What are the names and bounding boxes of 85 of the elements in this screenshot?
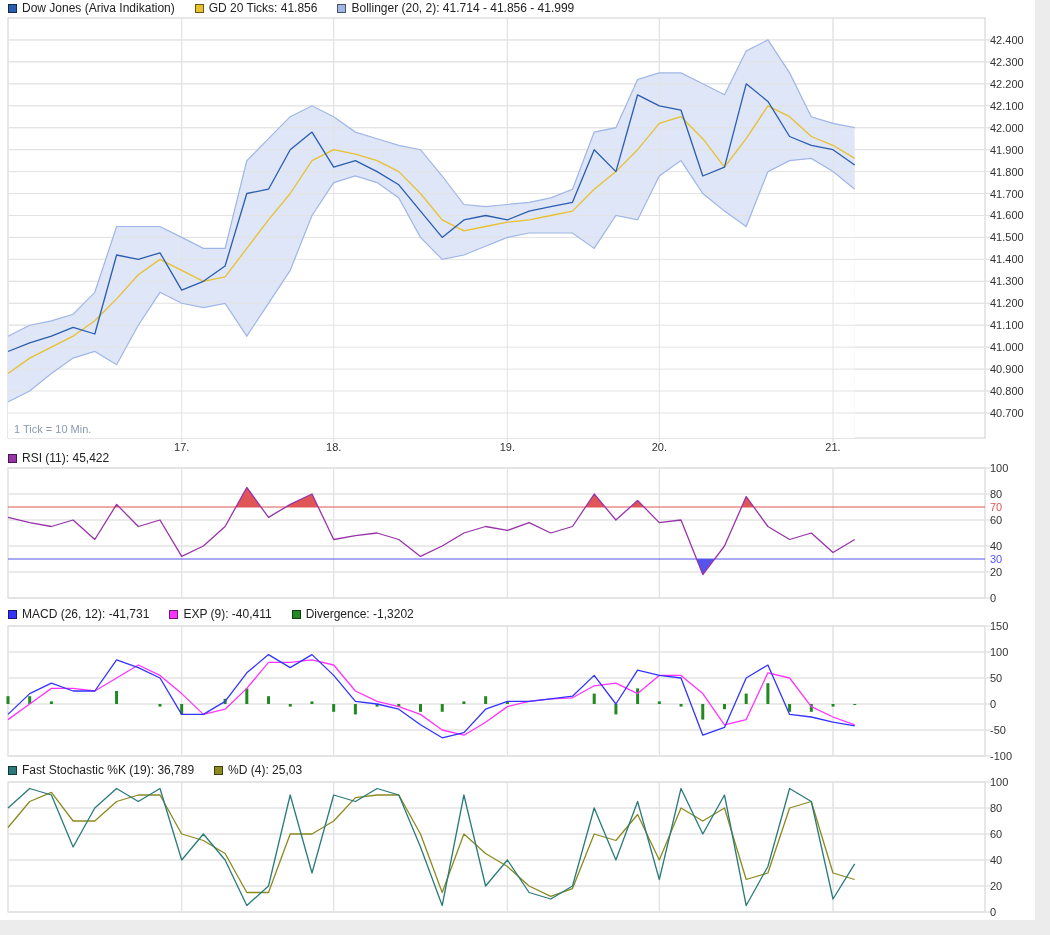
histogram-bar (223, 698, 227, 704)
histogram-bar (657, 701, 661, 704)
axis-tick-label: 40 (990, 540, 1003, 552)
histogram-bar (701, 704, 705, 720)
legend-label: EXP (9): -40,411 (183, 607, 272, 621)
axis-tick-label: 41.900 (990, 143, 1024, 156)
axis-tick-label: 42.000 (990, 121, 1024, 134)
axis-tick-label: 20 (990, 880, 1003, 892)
axis-tick-label: 40 (990, 854, 1003, 866)
legend-label: Divergence: -1,3202 (305, 607, 414, 621)
histogram-bar (462, 701, 466, 704)
axis-tick-label: 41.500 (990, 231, 1024, 244)
axis-tick-label: 18. (326, 441, 342, 453)
axis-tick-label: 100 (990, 462, 1009, 474)
axis-tick-label: 40.700 (990, 407, 1024, 419)
histogram-bar (245, 688, 249, 704)
legend-label: MACD (26, 12): -41,731 (22, 607, 150, 621)
axis-tick-label: 42.400 (990, 33, 1024, 46)
axis-tick-label: 17. (174, 441, 190, 453)
axis-tick-label: 41.100 (990, 319, 1024, 332)
axis-tick-label: 41.800 (990, 165, 1024, 178)
axis-tick-label: 41.000 (990, 341, 1024, 354)
histogram-bar (766, 683, 770, 704)
axis-tick-label: -100 (990, 750, 1013, 762)
histogram-bar (288, 704, 292, 707)
axis-tick-label: 60 (990, 514, 1003, 526)
axis-tick-label: 80 (990, 488, 1003, 500)
histogram-bar (419, 704, 422, 712)
histogram-bar (484, 696, 488, 704)
axis-tick-label: 40.800 (990, 385, 1024, 398)
legend-label: RSI (11): 45,422 (22, 451, 110, 465)
threshold-label: 70 (990, 501, 1003, 513)
legend-label: Fast Stochastic %K (19): 36,789 (22, 763, 195, 777)
histogram-bar (267, 696, 271, 704)
axis-tick-label: 42.300 (990, 55, 1024, 68)
histogram-bar (332, 704, 336, 712)
histogram-bar (440, 704, 444, 712)
histogram-bar (505, 701, 509, 704)
histogram-bar (592, 693, 596, 704)
axis-tick-label: 50 (990, 672, 1003, 684)
histogram-bar (310, 701, 314, 704)
legend-label: Dow Jones (Ariva Indikation) (22, 1, 175, 15)
histogram-bar (831, 704, 835, 707)
legend-label: GD 20 Ticks: 41.856 (208, 1, 318, 15)
axis-tick-label: 41.200 (990, 297, 1024, 310)
histogram-bar (375, 704, 379, 707)
histogram-bar (158, 704, 162, 707)
axis-tick-label: 40.900 (990, 363, 1024, 376)
axis-tick-label: 41.600 (990, 209, 1024, 222)
axis-tick-label: 60 (990, 828, 1003, 840)
histogram-bar (6, 696, 10, 704)
axis-tick-label: 41.400 (990, 253, 1024, 266)
histogram-bar (636, 688, 640, 704)
legend-label: Bollinger (20, 2): 41.714 - 41.856 - 41.999 (351, 1, 575, 15)
axis-tick-label: 0 (990, 698, 997, 710)
axis-tick-label: 41.300 (990, 275, 1024, 288)
axis-tick-label: 80 (990, 802, 1003, 814)
histogram-bar (115, 691, 119, 704)
histogram-bar (614, 704, 618, 715)
axis-tick-label: 19. (499, 441, 515, 453)
histogram-bar (397, 704, 401, 707)
histogram-bar (49, 701, 53, 704)
axis-tick-label: 21. (825, 441, 841, 453)
legend-label: %D (4): 25,03 (228, 763, 303, 777)
histogram-bar (180, 704, 184, 715)
axis-tick-label: 100 (990, 646, 1009, 658)
axis-tick-label: 42.100 (990, 99, 1024, 112)
axis-tick-label: 41.700 (990, 187, 1024, 200)
histogram-bar (809, 704, 813, 712)
axis-tick-label: -50 (990, 724, 1006, 736)
histogram-bar (722, 704, 726, 710)
histogram-bar (788, 704, 792, 712)
tick-interval-note: 1 Tick = 10 Min. (14, 423, 92, 435)
axis-tick-label: 0 (990, 906, 997, 918)
histogram-bar (28, 696, 32, 704)
axis-tick-label: 20 (990, 566, 1003, 578)
axis-tick-label: 150 (990, 620, 1009, 632)
axis-tick-label: 42.200 (990, 77, 1024, 90)
axis-tick-label: 20. (651, 441, 667, 453)
histogram-bar (679, 704, 683, 707)
axis-tick-label: 0 (990, 592, 997, 604)
histogram-bar (744, 693, 748, 704)
threshold-label: 30 (990, 553, 1003, 565)
histogram-bar (353, 704, 357, 715)
axis-tick-label: 100 (990, 776, 1009, 788)
